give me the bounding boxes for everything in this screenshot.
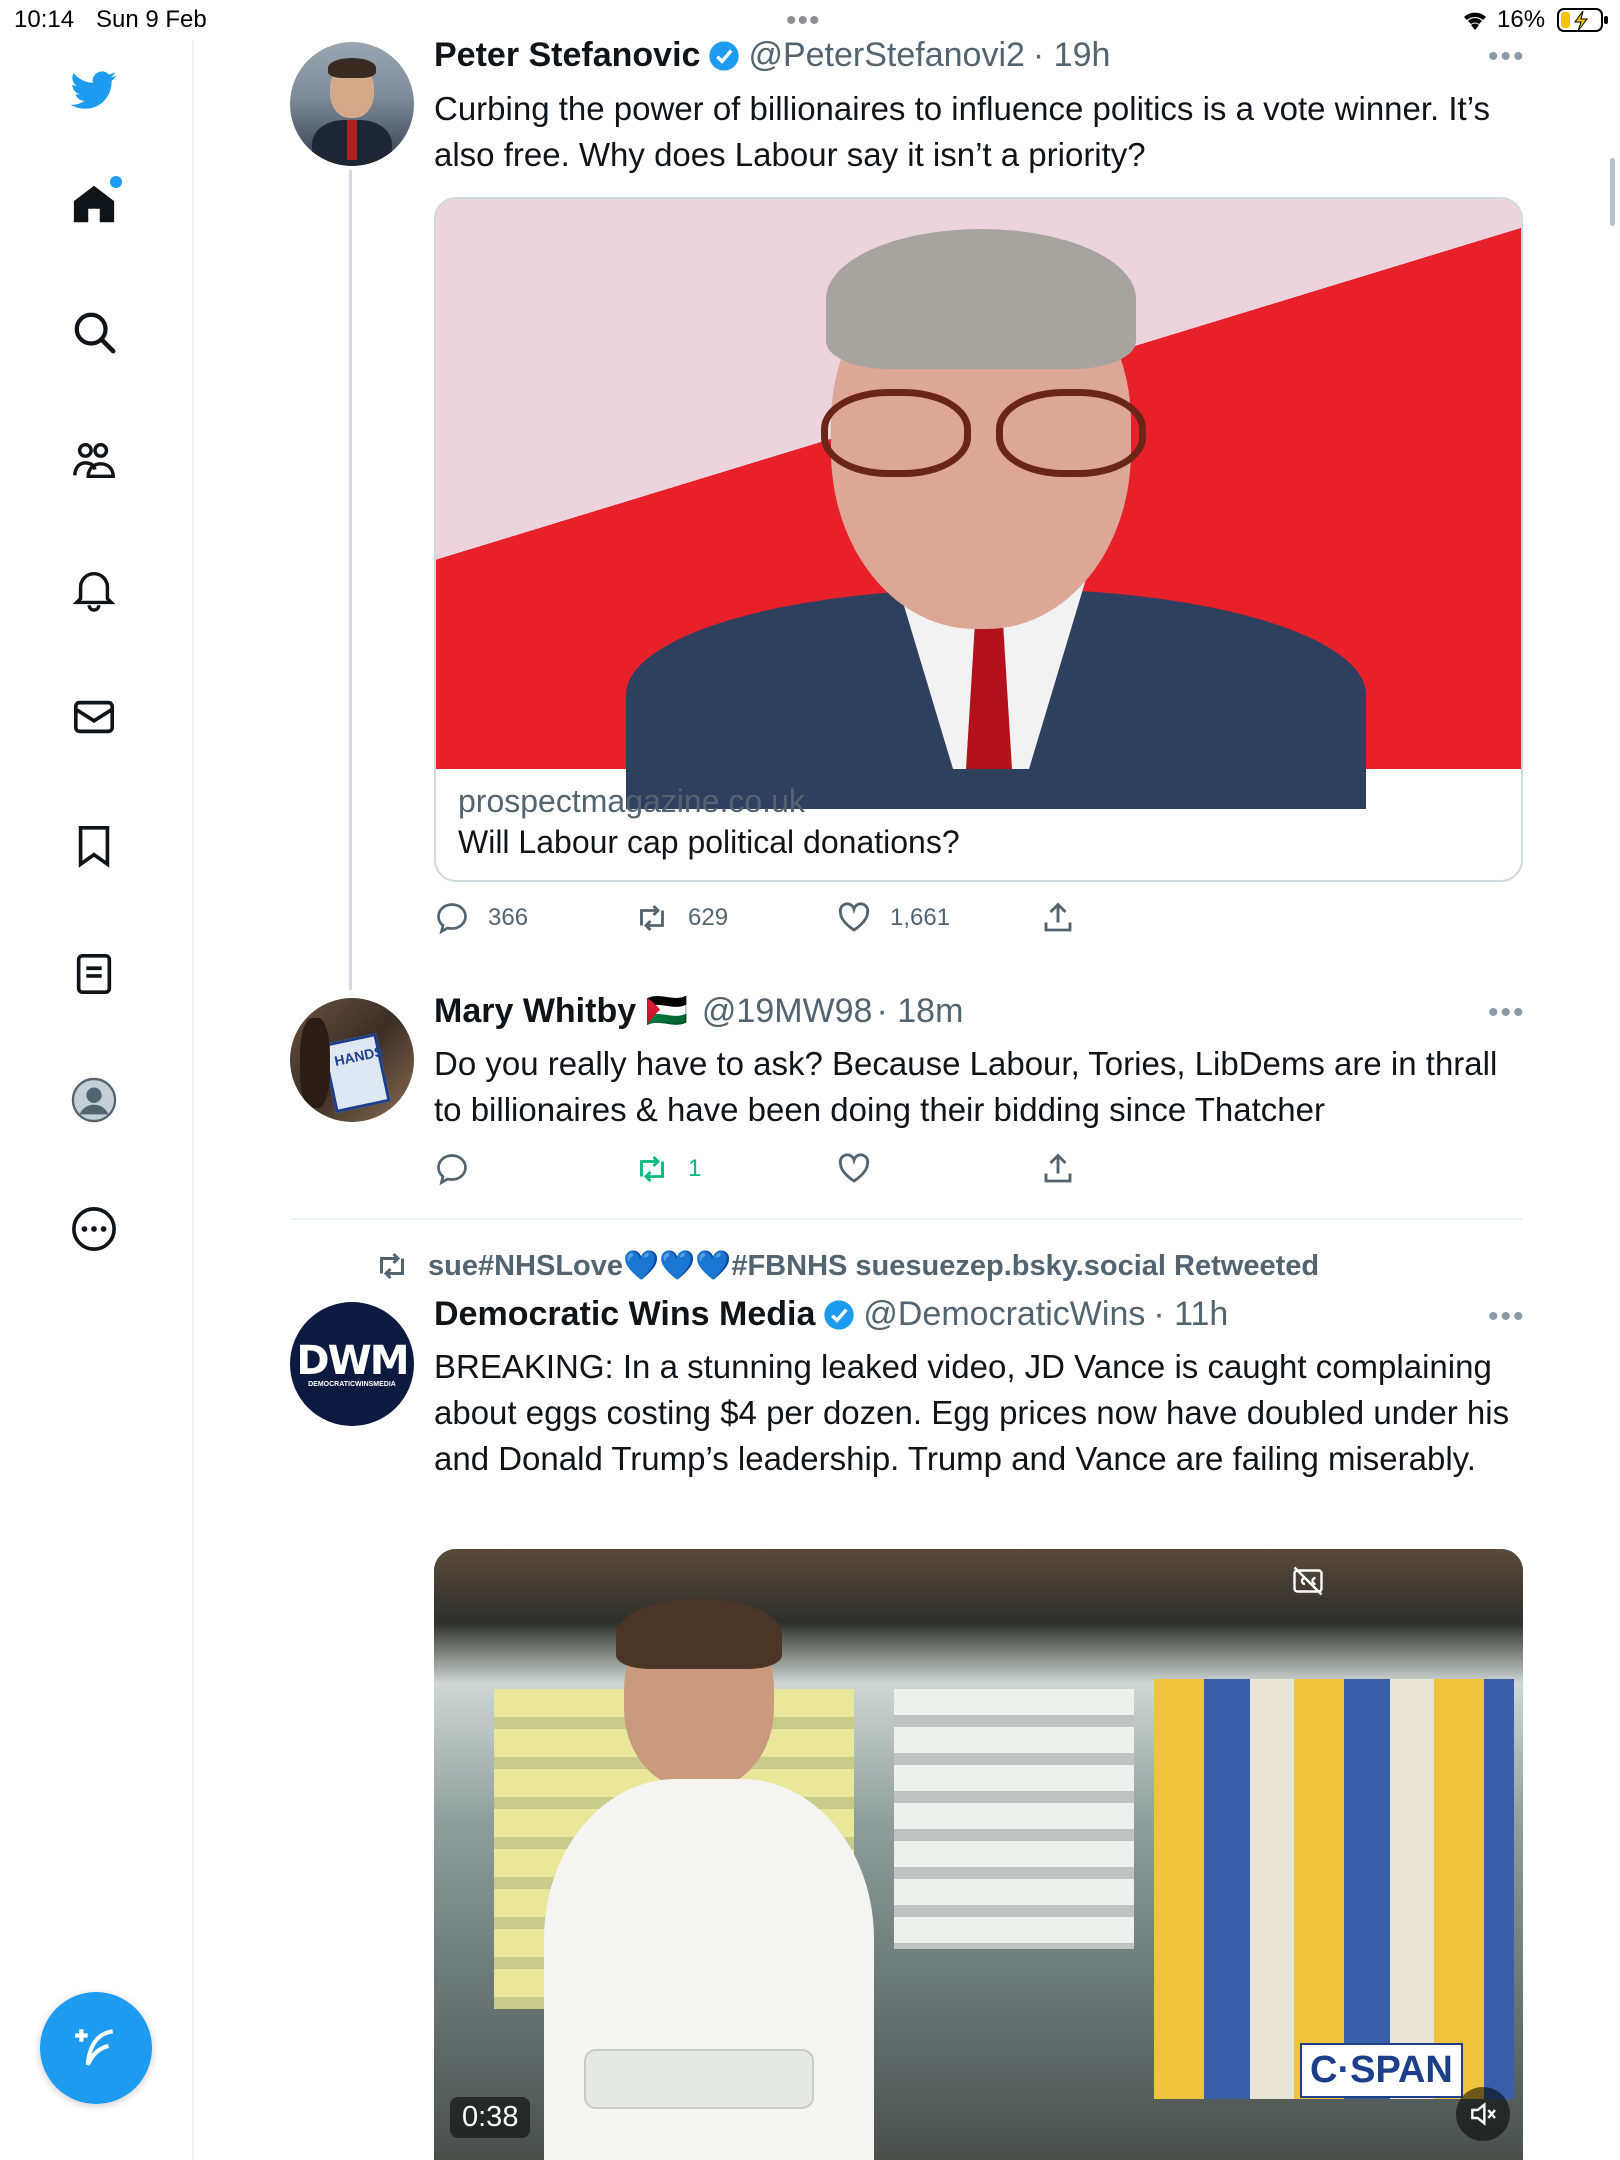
share-button[interactable] [1040, 1151, 1076, 1187]
dwm-logo-text: DWM [296, 1337, 409, 1384]
wifi-icon [1460, 8, 1490, 37]
multitasking-dots-icon[interactable]: ••• [786, 4, 821, 38]
link-card-domain: prospectmagazine.co.uk [458, 783, 805, 819]
tweet-divider [290, 1218, 1523, 1220]
video-player[interactable]: C·SPAN 0:38 [434, 1549, 1523, 2160]
like-button[interactable]: 1,661 [836, 900, 950, 936]
tweet-menu-button[interactable]: ••• [1488, 40, 1526, 74]
new-posts-dot [110, 176, 122, 188]
more-options-icon[interactable] [70, 1205, 118, 1253]
retweet-icon [640, 1155, 664, 1183]
profile-avatar-icon[interactable] [70, 1076, 118, 1124]
retweeted-by-label[interactable]: sue#NHSLove💙💙💙#FBNHS suesuezep.bsky.soci… [428, 1249, 1319, 1283]
share-button[interactable] [1040, 900, 1076, 936]
share-icon [1044, 902, 1072, 932]
author-name[interactable]: Peter Stefanovic [434, 36, 700, 75]
tweet-menu-button[interactable]: ••• [1488, 1300, 1526, 1334]
status-date: Sun 9 Feb [96, 6, 207, 33]
compose-tweet-icon [75, 2029, 114, 2066]
captions-icon[interactable] [1290, 1563, 1326, 1599]
link-card-image [436, 199, 1521, 809]
tweet-time[interactable]: · 11h [1153, 1295, 1228, 1334]
tweet-menu-button[interactable]: ••• [1488, 996, 1526, 1030]
mute-icon [1471, 2102, 1496, 2126]
tweet-text: Curbing the power of billionaires to inf… [434, 90, 1490, 173]
compose-tweet-button[interactable] [40, 1992, 152, 2104]
author-name[interactable]: Mary Whitby 🇵🇸 [434, 991, 688, 1031]
thread-connector-line [349, 170, 352, 990]
bookmark-icon[interactable] [70, 822, 118, 870]
heart-icon [838, 1153, 870, 1183]
status-time: 10:14 [14, 6, 75, 33]
reply-button[interactable] [434, 1151, 470, 1187]
author-name[interactable]: Democratic Wins Media [434, 1295, 815, 1334]
notifications-bell-icon[interactable] [70, 565, 118, 613]
reply-icon [437, 903, 467, 935]
reply-count: 366 [488, 904, 529, 931]
tweet-text: BREAKING: In a stunning leaked video, JD… [434, 1348, 1510, 1477]
battery-charging-icon [1557, 7, 1609, 38]
reply-icon [437, 1154, 467, 1186]
link-card-title: Will Labour cap political donations? [458, 824, 960, 860]
home-icon[interactable] [70, 176, 122, 228]
author-handle[interactable]: @DemocraticWins [863, 1295, 1145, 1334]
dwm-logo-subtext: DEMOCRATICWINSMEDIA [308, 1380, 396, 1388]
video-duration: 0:38 [450, 2097, 531, 2138]
communities-icon[interactable] [70, 436, 118, 484]
like-count: 1,661 [890, 904, 951, 931]
retweeted-icon [380, 1252, 404, 1280]
retweet-icon [640, 904, 664, 932]
author-handle[interactable]: @19MW98 [702, 992, 873, 1031]
author-handle[interactable]: @PeterStefanovi2 [748, 36, 1024, 75]
verified-badge-icon [709, 40, 740, 71]
scrollbar[interactable] [1610, 158, 1615, 226]
share-icon [1044, 1153, 1072, 1183]
like-button[interactable] [836, 1151, 872, 1187]
lists-icon[interactable] [70, 950, 118, 998]
reply-button[interactable]: 366 [434, 900, 528, 936]
mute-button[interactable] [1456, 2087, 1510, 2141]
avatar[interactable]: HANDS [290, 998, 414, 1122]
retweet-button[interactable]: 629 [634, 900, 728, 936]
verified-badge-icon [824, 1299, 855, 1330]
tweet-time[interactable]: · 19h [1033, 36, 1111, 75]
tweet-time[interactable]: · 18m [876, 992, 963, 1031]
video-watermark: C·SPAN [1300, 2043, 1463, 2098]
retweet-count: 629 [688, 904, 729, 931]
heart-icon [838, 902, 870, 932]
link-card[interactable]: prospectmagazine.co.uk Will Labour cap p… [434, 197, 1523, 882]
avatar[interactable]: DWM DEMOCRATICWINSMEDIA [290, 1302, 414, 1426]
battery-percent: 16% [1497, 6, 1546, 33]
retweet-button[interactable]: 1 [634, 1151, 701, 1187]
search-icon[interactable] [70, 308, 118, 356]
sidebar-divider [192, 40, 194, 2160]
avatar[interactable] [290, 42, 414, 166]
retweet-count: 1 [688, 1155, 702, 1182]
messages-mail-icon[interactable] [70, 693, 118, 741]
tweet-text: Do you really have to ask? Because Labou… [434, 1045, 1498, 1128]
twitter-bird-icon[interactable] [70, 66, 118, 114]
